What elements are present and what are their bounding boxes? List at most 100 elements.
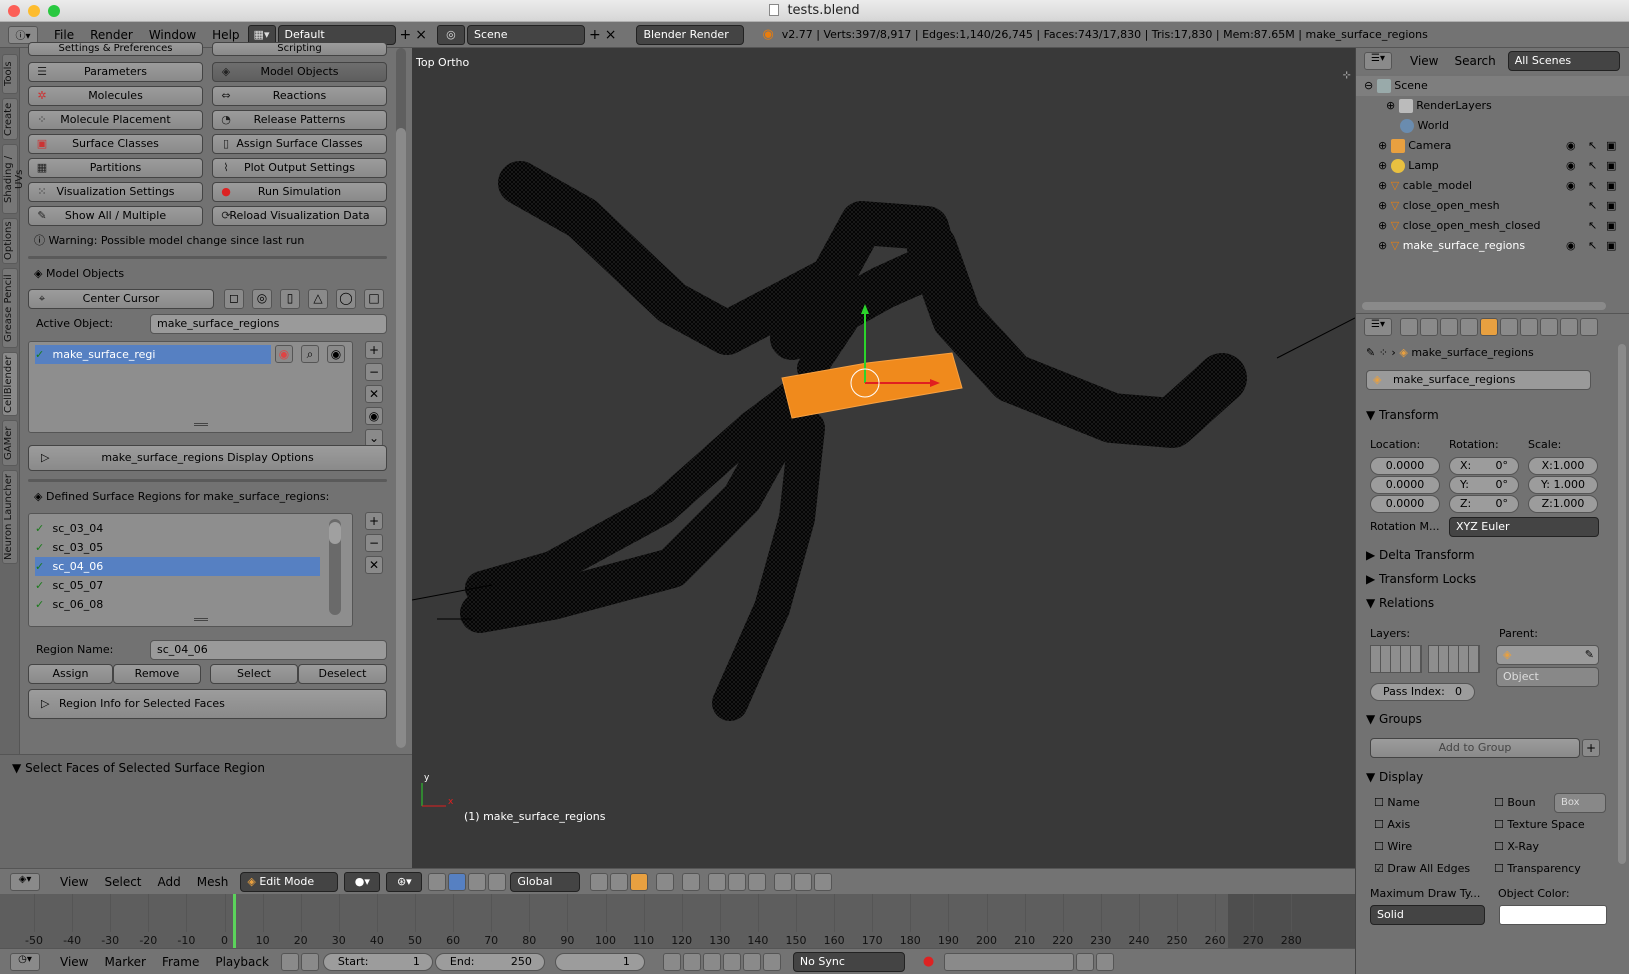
- snap-element-icon[interactable]: [728, 872, 747, 891]
- tab-grease-pencil[interactable]: Grease Pencil: [2, 268, 18, 348]
- list-resize-handle[interactable]: [194, 618, 208, 621]
- world-tab-icon[interactable]: [1460, 318, 1478, 336]
- select-cursor-icon[interactable]: ↖: [1588, 216, 1597, 236]
- release-patterns-button[interactable]: ◔ Release Patterns: [212, 110, 387, 130]
- region-name-field[interactable]: sc_04_06: [150, 640, 387, 660]
- location-z-field[interactable]: 0.0000: [1370, 495, 1440, 513]
- scene-icon[interactable]: ◎: [436, 24, 465, 45]
- visibility-eye-icon[interactable]: ◉: [1566, 176, 1576, 196]
- add-group-plus-button[interactable]: +: [1582, 739, 1600, 757]
- outliner-item-close-open-mesh[interactable]: ⊕ ▽ close_open_mesh ↖ ▣: [1356, 196, 1629, 216]
- remove-region-button[interactable]: −: [365, 534, 383, 552]
- tab-create[interactable]: Create: [2, 98, 18, 140]
- timeline[interactable]: -50 -40 -30 -20 -10 0 10 20 30 40 50 60 70 80 90 100 110…: [0, 894, 1355, 948]
- transform-panel-header[interactable]: ▼ Transform: [1366, 408, 1439, 422]
- select-cursor-icon[interactable]: ↖: [1588, 136, 1597, 156]
- run-simulation-button[interactable]: ● Run Simulation: [212, 182, 387, 202]
- rotation-y-field[interactable]: Y: 0°: [1449, 476, 1519, 494]
- jump-end-icon[interactable]: [762, 952, 781, 971]
- edge-select-icon[interactable]: [610, 872, 629, 891]
- list-item[interactable]: ✓ sc_06_08: [35, 595, 320, 614]
- info-editor-icon[interactable]: ⓘ▾: [8, 25, 38, 44]
- outliner-item-scene[interactable]: ⊖ Scene: [1356, 76, 1629, 96]
- add-region-button[interactable]: +: [365, 512, 383, 530]
- outliner-menu-search[interactable]: Search: [1446, 54, 1503, 68]
- bounds-type-selector[interactable]: Box: [1554, 793, 1606, 813]
- select-cursor-icon[interactable]: ↖: [1588, 236, 1597, 256]
- rotation-mode-selector[interactable]: XYZ Euler: [1449, 517, 1599, 537]
- prev-keyframe-icon[interactable]: [682, 952, 701, 971]
- render-engine-selector[interactable]: Blender Render: [636, 24, 745, 45]
- play-reverse-icon[interactable]: [702, 952, 721, 971]
- current-frame-field[interactable]: 1: [554, 952, 645, 971]
- scale-y-field[interactable]: Y: 1.000: [1528, 476, 1598, 494]
- molecule-placement-button[interactable]: ⁘ Molecule Placement: [28, 110, 203, 130]
- transform-orientation-selector[interactable]: Global: [510, 871, 581, 892]
- opengl-anim-icon[interactable]: [814, 872, 833, 891]
- tab-options[interactable]: Options: [2, 218, 18, 264]
- assign-button[interactable]: Assign: [28, 664, 113, 684]
- object-tab-icon[interactable]: [1480, 318, 1498, 336]
- scene-tab-icon[interactable]: [1440, 318, 1458, 336]
- jump-start-icon[interactable]: [662, 952, 681, 971]
- surface-classes-button[interactable]: ▣ Surface Classes: [28, 134, 203, 154]
- interaction-mode-selector[interactable]: ◈ Edit Mode: [240, 871, 339, 892]
- timeline-menu-marker[interactable]: Marker: [96, 955, 153, 969]
- view3d-menu-select[interactable]: Select: [96, 875, 149, 889]
- vertex-select-icon[interactable]: [590, 872, 609, 891]
- scene-selector[interactable]: Scene: [466, 24, 585, 45]
- axis-checkbox[interactable]: ☐ Axis: [1374, 818, 1410, 831]
- groups-panel-header[interactable]: ▼ Groups: [1366, 712, 1422, 726]
- list-item[interactable]: ✓ make_surface_regi: [35, 345, 271, 364]
- name-checkbox[interactable]: ☐ Name: [1374, 796, 1420, 809]
- tab-gamer[interactable]: GAMer: [2, 420, 18, 466]
- list-item[interactable]: ✓ sc_03_04: [35, 519, 320, 538]
- molecules-button[interactable]: ✲ Molecules: [28, 86, 203, 106]
- outliner-item-cable-model[interactable]: ⊕ ▽ cable_model ◉ ↖ ▣: [1356, 176, 1629, 196]
- pin-icon[interactable]: ✎: [1366, 346, 1375, 359]
- deselect-button[interactable]: Deselect: [298, 664, 387, 684]
- timeline-menu-frame[interactable]: Frame: [154, 955, 207, 969]
- layers-tab-icon[interactable]: [1420, 318, 1438, 336]
- outliner-scrollbar[interactable]: [1362, 302, 1606, 310]
- tab-tools[interactable]: Tools: [2, 54, 18, 94]
- scale-manipulator-icon[interactable]: [488, 872, 507, 891]
- select-button[interactable]: Select: [210, 664, 298, 684]
- timeline-editor-icon[interactable]: ◷▾: [10, 952, 40, 971]
- delete-object-button[interactable]: ✕: [365, 385, 383, 403]
- render-camera-icon[interactable]: ▣: [1606, 216, 1616, 236]
- snap-toggle-icon[interactable]: [708, 872, 727, 891]
- proportional-edit-icon[interactable]: [682, 872, 701, 891]
- bounds-checkbox[interactable]: ☐ Boun: [1494, 796, 1536, 809]
- close-window-button[interactable]: [8, 5, 20, 17]
- plot-output-settings-button[interactable]: ⌇ Plot Output Settings: [212, 158, 387, 178]
- visibility-eye-icon[interactable]: ◉: [1566, 136, 1576, 156]
- add-scene-icon[interactable]: +: [589, 27, 601, 43]
- add-to-group-button[interactable]: Add to Group: [1370, 738, 1580, 758]
- remove-layout-icon[interactable]: ×: [415, 27, 427, 43]
- rotation-x-field[interactable]: X: 0°: [1449, 457, 1519, 475]
- preview-range-icon[interactable]: [280, 952, 299, 971]
- texture-space-checkbox[interactable]: ☐ Texture Space: [1494, 818, 1585, 831]
- transparency-checkbox[interactable]: ☐ Transparency: [1494, 862, 1581, 875]
- tab-neuron-launcher[interactable]: Neuron Launcher: [2, 470, 18, 564]
- sphere-shape-button[interactable]: ◎: [252, 289, 272, 309]
- add-layout-icon[interactable]: +: [400, 27, 412, 43]
- render-preview-icon[interactable]: [774, 872, 793, 891]
- maximize-window-button[interactable]: [48, 5, 60, 17]
- shelf-scrollbar[interactable]: [396, 48, 406, 748]
- location-y-field[interactable]: 0.0000: [1370, 476, 1440, 494]
- select-cursor-icon[interactable]: ↖: [1588, 176, 1597, 196]
- tab-cellblender[interactable]: CellBlender: [2, 352, 18, 416]
- occlude-geometry-icon[interactable]: [656, 872, 675, 891]
- pivot-selector[interactable]: ⊛▾: [386, 871, 423, 892]
- list-scrollbar[interactable]: [329, 519, 341, 615]
- outliner-editor-icon[interactable]: ☰▾: [1364, 52, 1392, 70]
- display-panel-header[interactable]: ▼ Display: [1366, 770, 1423, 784]
- remove-scene-icon[interactable]: ×: [605, 27, 617, 43]
- current-frame-line[interactable]: [233, 894, 236, 948]
- magnify-button[interactable]: ⌕: [301, 345, 319, 363]
- outliner-item-lamp[interactable]: ⊕ Lamp ◉ ↖ ▣: [1356, 156, 1629, 176]
- draw-all-edges-checkbox[interactable]: ☑ Draw All Edges: [1374, 862, 1470, 875]
- view3d-menu-view[interactable]: View: [52, 875, 96, 889]
